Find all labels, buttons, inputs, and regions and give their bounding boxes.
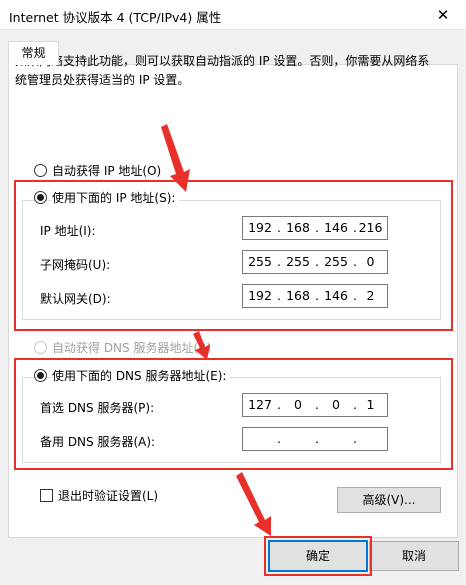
ip-octet: 146	[324, 288, 348, 303]
ip-octet: 192	[248, 220, 272, 235]
ip-octet: 255	[324, 254, 348, 269]
radio-manual-ip-label[interactable]: 使用下面的 IP 地址(S):	[52, 189, 180, 206]
ip-octet: 216	[358, 220, 383, 235]
title-bar: Internet 协议版本 4 (TCP/IPv4) 属性 ✕	[0, 0, 466, 30]
ip-octet: 0	[366, 254, 375, 269]
preferred-dns-input[interactable]: 127. 0. 0. 1	[242, 393, 388, 417]
alternate-dns-input[interactable]: . . .	[242, 427, 388, 451]
ip-octet: 2	[366, 288, 375, 303]
ip-octet: 146	[324, 220, 348, 235]
ip-octet: 192	[248, 288, 272, 303]
ip-octet: 127	[248, 397, 272, 412]
radio-manual-dns-label[interactable]: 使用下面的 DNS 服务器地址(E):	[52, 367, 231, 384]
radio-auto-dns[interactable]	[34, 341, 47, 354]
close-button[interactable]: ✕	[428, 3, 458, 27]
close-icon: ✕	[436, 6, 450, 24]
radio-manual-dns[interactable]	[34, 369, 47, 382]
default-gateway-input[interactable]: 192. 168. 146. 2	[242, 284, 388, 308]
alternate-dns-label: 备用 DNS 服务器(A):	[40, 435, 156, 449]
window-title: Internet 协议版本 4 (TCP/IPv4) 属性	[9, 10, 222, 25]
ip-octet	[355, 428, 386, 450]
ip-octet	[245, 428, 275, 450]
radio-auto-ip[interactable]	[34, 164, 47, 177]
default-gateway-label: 默认网关(D):	[40, 292, 111, 306]
ip-octet: 255	[248, 254, 272, 269]
validate-on-exit-label[interactable]: 退出时验证设置(L)	[58, 487, 158, 504]
ip-octet: 1	[366, 397, 375, 412]
ok-button[interactable]: 确定	[268, 540, 368, 572]
validate-on-exit-checkbox[interactable]	[40, 489, 53, 502]
cancel-button[interactable]: 取消	[369, 541, 459, 571]
ip-octet	[321, 428, 351, 450]
ip-octet: 0	[294, 397, 302, 412]
ip-octet: 0	[332, 397, 340, 412]
subnet-mask-label: 子网掩码(U):	[40, 258, 111, 272]
advanced-button[interactable]: 高级(V)...	[337, 487, 441, 513]
tab-general[interactable]: 常规	[8, 41, 59, 65]
ip-octet: 255	[286, 254, 310, 269]
ip-octet	[283, 428, 313, 450]
subnet-mask-input[interactable]: 255. 255. 255. 0	[242, 250, 388, 274]
ip-octet: 168	[286, 220, 310, 235]
radio-manual-ip[interactable]	[34, 191, 47, 204]
ip-octet: 168	[286, 288, 310, 303]
info-text: 如果网络支持此功能，则可以获取自动指派的 IP 设置。否则，你需要从网络系统管理…	[15, 54, 430, 87]
radio-auto-ip-label[interactable]: 自动获得 IP 地址(O)	[52, 162, 161, 179]
ip-address-input[interactable]: 192. 168. 146. 216	[242, 216, 388, 240]
ip-address-label: IP 地址(I):	[40, 224, 96, 238]
preferred-dns-label: 首选 DNS 服务器(P):	[40, 401, 155, 415]
radio-auto-dns-label[interactable]: 自动获得 DNS 服务器地址(B)	[52, 339, 211, 356]
